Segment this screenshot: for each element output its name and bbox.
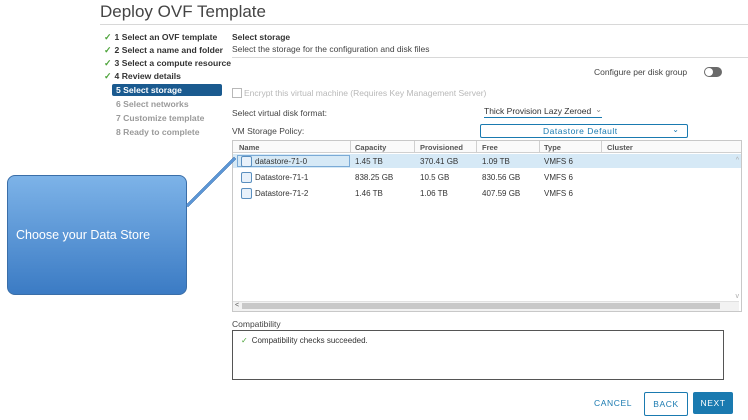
storage-policy-select[interactable]: Datastore Default ⌄ bbox=[480, 124, 688, 138]
table-row[interactable]: Datastore-71-2 1.46 TB 1.06 TB 407.59 GB… bbox=[233, 186, 741, 200]
check-icon: ✓ bbox=[104, 58, 112, 68]
col-cluster[interactable]: Cluster bbox=[607, 143, 633, 152]
heading-divider bbox=[232, 57, 748, 58]
per-disk-group-label: Configure per disk group bbox=[594, 67, 688, 77]
page-heading: Select storage bbox=[232, 32, 291, 42]
scrollbar-thumb[interactable] bbox=[242, 303, 720, 309]
chevron-down-icon: ⌄ bbox=[672, 125, 679, 134]
col-capacity[interactable]: Capacity bbox=[355, 143, 386, 152]
check-icon: ✓ bbox=[241, 336, 248, 345]
step-5-active[interactable]: 5 Select storage bbox=[112, 84, 222, 96]
callout-pointer-shape bbox=[186, 156, 237, 208]
col-type[interactable]: Type bbox=[544, 143, 561, 152]
step-2[interactable]: ✓ 2 Select a name and folder bbox=[104, 45, 223, 56]
step-3[interactable]: ✓ 3 Select a compute resource bbox=[104, 58, 231, 69]
col-free[interactable]: Free bbox=[482, 143, 498, 152]
per-disk-group-toggle[interactable] bbox=[704, 67, 722, 77]
step-6: 6 Select networks bbox=[116, 99, 189, 109]
encrypt-checkbox[interactable] bbox=[232, 88, 242, 98]
table-row[interactable]: Datastore-71-1 838.25 GB 10.5 GB 830.56 … bbox=[233, 170, 741, 184]
callout-box: Choose your Data Store bbox=[7, 175, 187, 295]
page-subtitle: Select the storage for the configuration… bbox=[232, 44, 430, 54]
step-1[interactable]: ✓ 1 Select an OVF template bbox=[104, 32, 217, 43]
col-provisioned[interactable]: Provisioned bbox=[420, 143, 463, 152]
scroll-left-icon[interactable]: < bbox=[235, 302, 239, 309]
callout-pointer bbox=[186, 156, 237, 208]
step-4[interactable]: ✓ 4 Review details bbox=[104, 71, 181, 82]
disk-format-label: Select virtual disk format: bbox=[232, 108, 327, 118]
scroll-up-icon[interactable]: ^ bbox=[736, 157, 739, 164]
check-icon: ✓ bbox=[104, 32, 112, 42]
compatibility-message: ✓ Compatibility checks succeeded. bbox=[241, 336, 368, 345]
datastore-table: Name Capacity Provisioned Free Type Clus… bbox=[232, 140, 742, 312]
step-8: 8 Ready to complete bbox=[116, 127, 200, 137]
toggle-knob bbox=[705, 68, 713, 76]
horizontal-scrollbar[interactable]: < bbox=[233, 301, 739, 311]
check-icon: ✓ bbox=[104, 45, 112, 55]
cancel-button[interactable]: CANCEL bbox=[590, 392, 636, 414]
next-button[interactable]: NEXT bbox=[693, 392, 733, 414]
disk-format-select[interactable]: Thick Provision Lazy Zeroed ⌄ bbox=[484, 105, 602, 118]
storage-policy-label: VM Storage Policy: bbox=[232, 126, 305, 136]
chevron-down-icon: ⌄ bbox=[595, 105, 602, 114]
scroll-down-icon[interactable]: v bbox=[736, 293, 740, 300]
title-divider bbox=[100, 24, 748, 25]
compatibility-label: Compatibility bbox=[232, 319, 281, 329]
back-button[interactable]: BACK bbox=[644, 392, 688, 416]
compatibility-panel: ✓ Compatibility checks succeeded. bbox=[232, 330, 724, 380]
table-header: Name Capacity Provisioned Free Type Clus… bbox=[233, 141, 741, 153]
encrypt-label: Encrypt this virtual machine (Requires K… bbox=[244, 88, 487, 98]
window-title: Deploy OVF Template bbox=[100, 2, 266, 21]
step-7: 7 Customize template bbox=[116, 113, 205, 123]
check-icon: ✓ bbox=[104, 71, 112, 81]
table-row[interactable]: datastore-71-0 1.45 TB 370.41 GB 1.09 TB… bbox=[233, 154, 741, 168]
